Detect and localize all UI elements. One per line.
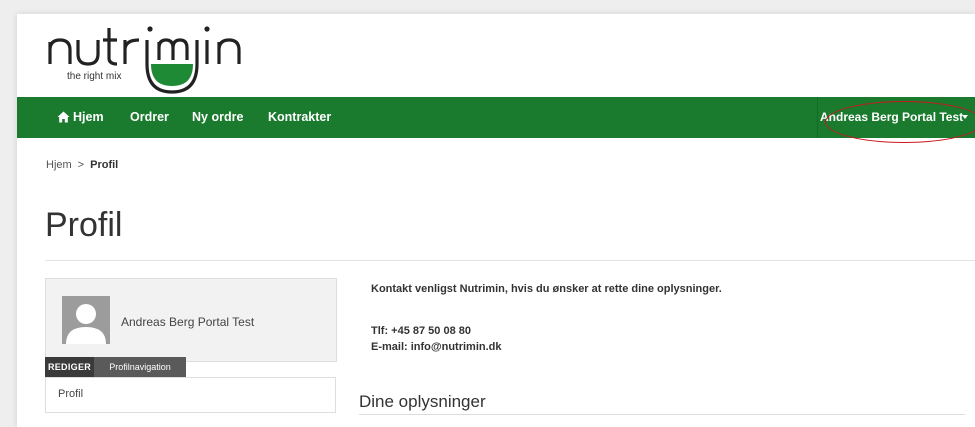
profile-nav-item-profil[interactable]: Profil: [58, 388, 83, 400]
nav-item-label: Hjem: [73, 110, 104, 124]
breadcrumb-home[interactable]: Hjem: [46, 159, 72, 171]
tab-profile-navigation[interactable]: Profilnavigation: [94, 357, 186, 377]
nav-item-ordrer[interactable]: Ordrer: [130, 97, 169, 138]
nav-item-kontrakter[interactable]: Kontrakter: [268, 97, 331, 138]
annotation-ellipse: [825, 101, 975, 143]
user-silhouette-icon: [66, 304, 106, 344]
contact-message: Kontakt venligst Nutrimin, hvis du ønske…: [371, 283, 722, 295]
avatar: [62, 296, 110, 344]
tab-edit[interactable]: REDIGER: [45, 357, 94, 377]
title-divider: [45, 260, 975, 261]
page: the right mix Hjem Ordrer Ny ordre Kontr…: [17, 14, 975, 427]
section-divider: [359, 414, 965, 415]
breadcrumb-separator: >: [77, 159, 85, 171]
nav-item-ny-ordre[interactable]: Ny ordre: [192, 97, 243, 138]
nav-item-hjem[interactable]: Hjem: [57, 97, 104, 138]
contact-email: E-mail: info@nutrimin.dk: [371, 341, 502, 353]
section-title: Dine oplysninger: [359, 392, 486, 411]
nutrimin-logo[interactable]: the right mix: [47, 20, 277, 96]
logo-tagline: the right mix: [67, 71, 122, 82]
breadcrumb-current: Profil: [90, 159, 119, 171]
breadcrumb: Hjem > Profil: [46, 159, 118, 171]
profile-name: Andreas Berg Portal Test: [121, 315, 255, 329]
profile-nav-list: Profil: [45, 377, 336, 413]
home-icon: [57, 99, 70, 140]
profile-card: Andreas Berg Portal Test: [45, 278, 337, 362]
contact-phone: Tlf: +45 87 50 08 80: [371, 325, 471, 337]
page-title: Profil: [45, 206, 123, 244]
